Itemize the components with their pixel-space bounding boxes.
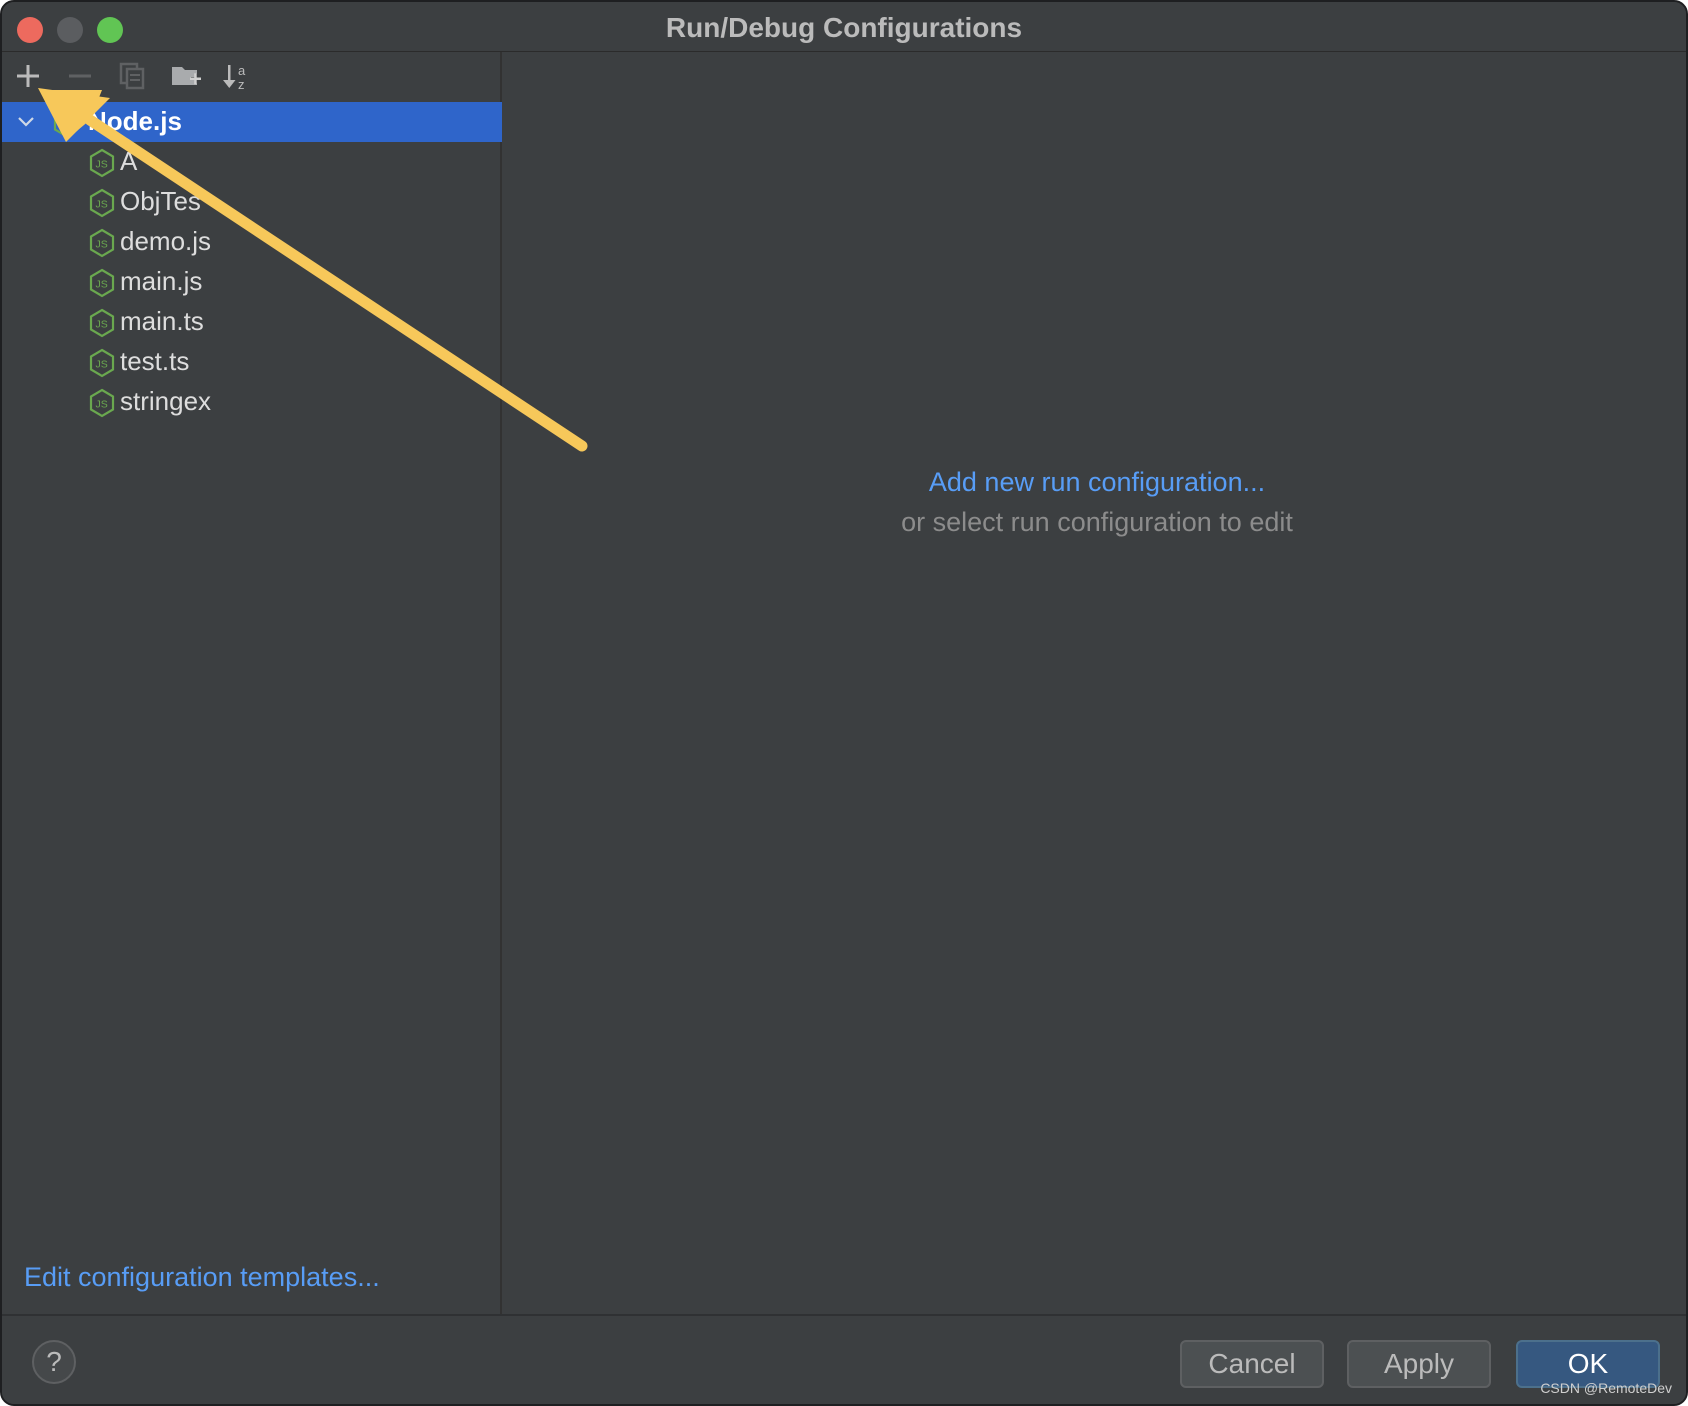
watermark: CSDN @RemoteDev [1540, 1380, 1672, 1396]
tree-item-label: stringex [120, 386, 212, 416]
configuration-editor-panel: Add new run configuration... or select r… [504, 52, 1686, 1314]
tree-node-nodejs[interactable]: JS Node.js [2, 102, 502, 142]
add-new-run-configuration-link[interactable]: Add new run configuration... [504, 467, 1686, 498]
svg-text:JS: JS [96, 239, 108, 251]
cancel-button[interactable]: Cancel [1180, 1340, 1324, 1388]
tree-item[interactable]: JS main.ts [2, 302, 502, 342]
tree-item[interactable]: JS main.js [2, 262, 502, 302]
add-configuration-button[interactable] [8, 58, 48, 94]
tree-item-label: main.js [120, 266, 203, 296]
tree-item-label: test.ts [120, 346, 190, 376]
tree-root-label: Node.js [88, 106, 182, 136]
tree-item-label: A [120, 146, 138, 176]
help-button[interactable]: ? [32, 1340, 76, 1384]
new-folder-button[interactable] [164, 58, 204, 94]
remove-configuration-button[interactable] [60, 58, 100, 94]
nodejs-icon: JS [89, 348, 115, 378]
tree-item[interactable]: JS A [2, 142, 502, 182]
folder-plus-icon [172, 67, 201, 85]
svg-text:JS: JS [96, 319, 108, 331]
sort-configurations-button[interactable]: a z [216, 58, 256, 94]
svg-text:JS: JS [96, 159, 108, 171]
tree-item[interactable]: JS ObjTes [2, 182, 502, 222]
copy-icon [119, 62, 145, 90]
svg-text:JS: JS [96, 279, 108, 291]
tree-item-label: main.ts [120, 306, 204, 336]
tree-item-label: ObjTes [120, 186, 201, 216]
svg-text:JS: JS [60, 119, 72, 131]
configurations-tree: JS Node.js JS A JS ObjTes JS demo.js JS … [2, 102, 502, 422]
configurations-sidebar: a z JS Node.js JS A JS ObjTes JS demo.js… [2, 52, 502, 1314]
plus-icon [17, 65, 39, 87]
window-title: Run/Debug Configurations [665, 12, 1023, 43]
svg-text:JS: JS [96, 199, 108, 211]
sort-alpha-icon: a z [223, 63, 246, 92]
tree-item[interactable]: JS test.ts [2, 342, 502, 382]
svg-text:JS: JS [96, 359, 108, 371]
tree-item-label: demo.js [120, 226, 212, 256]
title-bar: Run/Debug Configurations [2, 2, 1686, 52]
dialog-footer: ? Cancel Apply OK [2, 1314, 1686, 1404]
select-configuration-hint: or select run configuration to edit [901, 507, 1293, 537]
nodejs-icon: JS [89, 148, 115, 178]
run-debug-configurations-dialog: Run/Debug Configurations a z JS Node.js … [0, 0, 1688, 1406]
nodejs-icon: JS [89, 268, 115, 298]
svg-text:z: z [238, 77, 245, 92]
nodejs-icon: JS [53, 108, 79, 138]
svg-text:a: a [238, 63, 246, 78]
tree-item[interactable]: JS demo.js [2, 222, 502, 262]
apply-button[interactable]: Apply [1347, 1340, 1491, 1388]
nodejs-icon: JS [89, 388, 115, 418]
configurations-toolbar: a z [2, 52, 502, 100]
svg-text:JS: JS [96, 399, 108, 411]
copy-configuration-button[interactable] [112, 58, 152, 94]
edit-configuration-templates-link[interactable]: Edit configuration templates... [24, 1262, 380, 1293]
nodejs-icon: JS [89, 188, 115, 218]
nodejs-icon: JS [89, 228, 115, 258]
tree-item[interactable]: JS stringex [2, 382, 502, 422]
nodejs-icon: JS [89, 308, 115, 338]
minus-icon [69, 74, 91, 78]
chevron-down-icon[interactable] [16, 112, 36, 132]
